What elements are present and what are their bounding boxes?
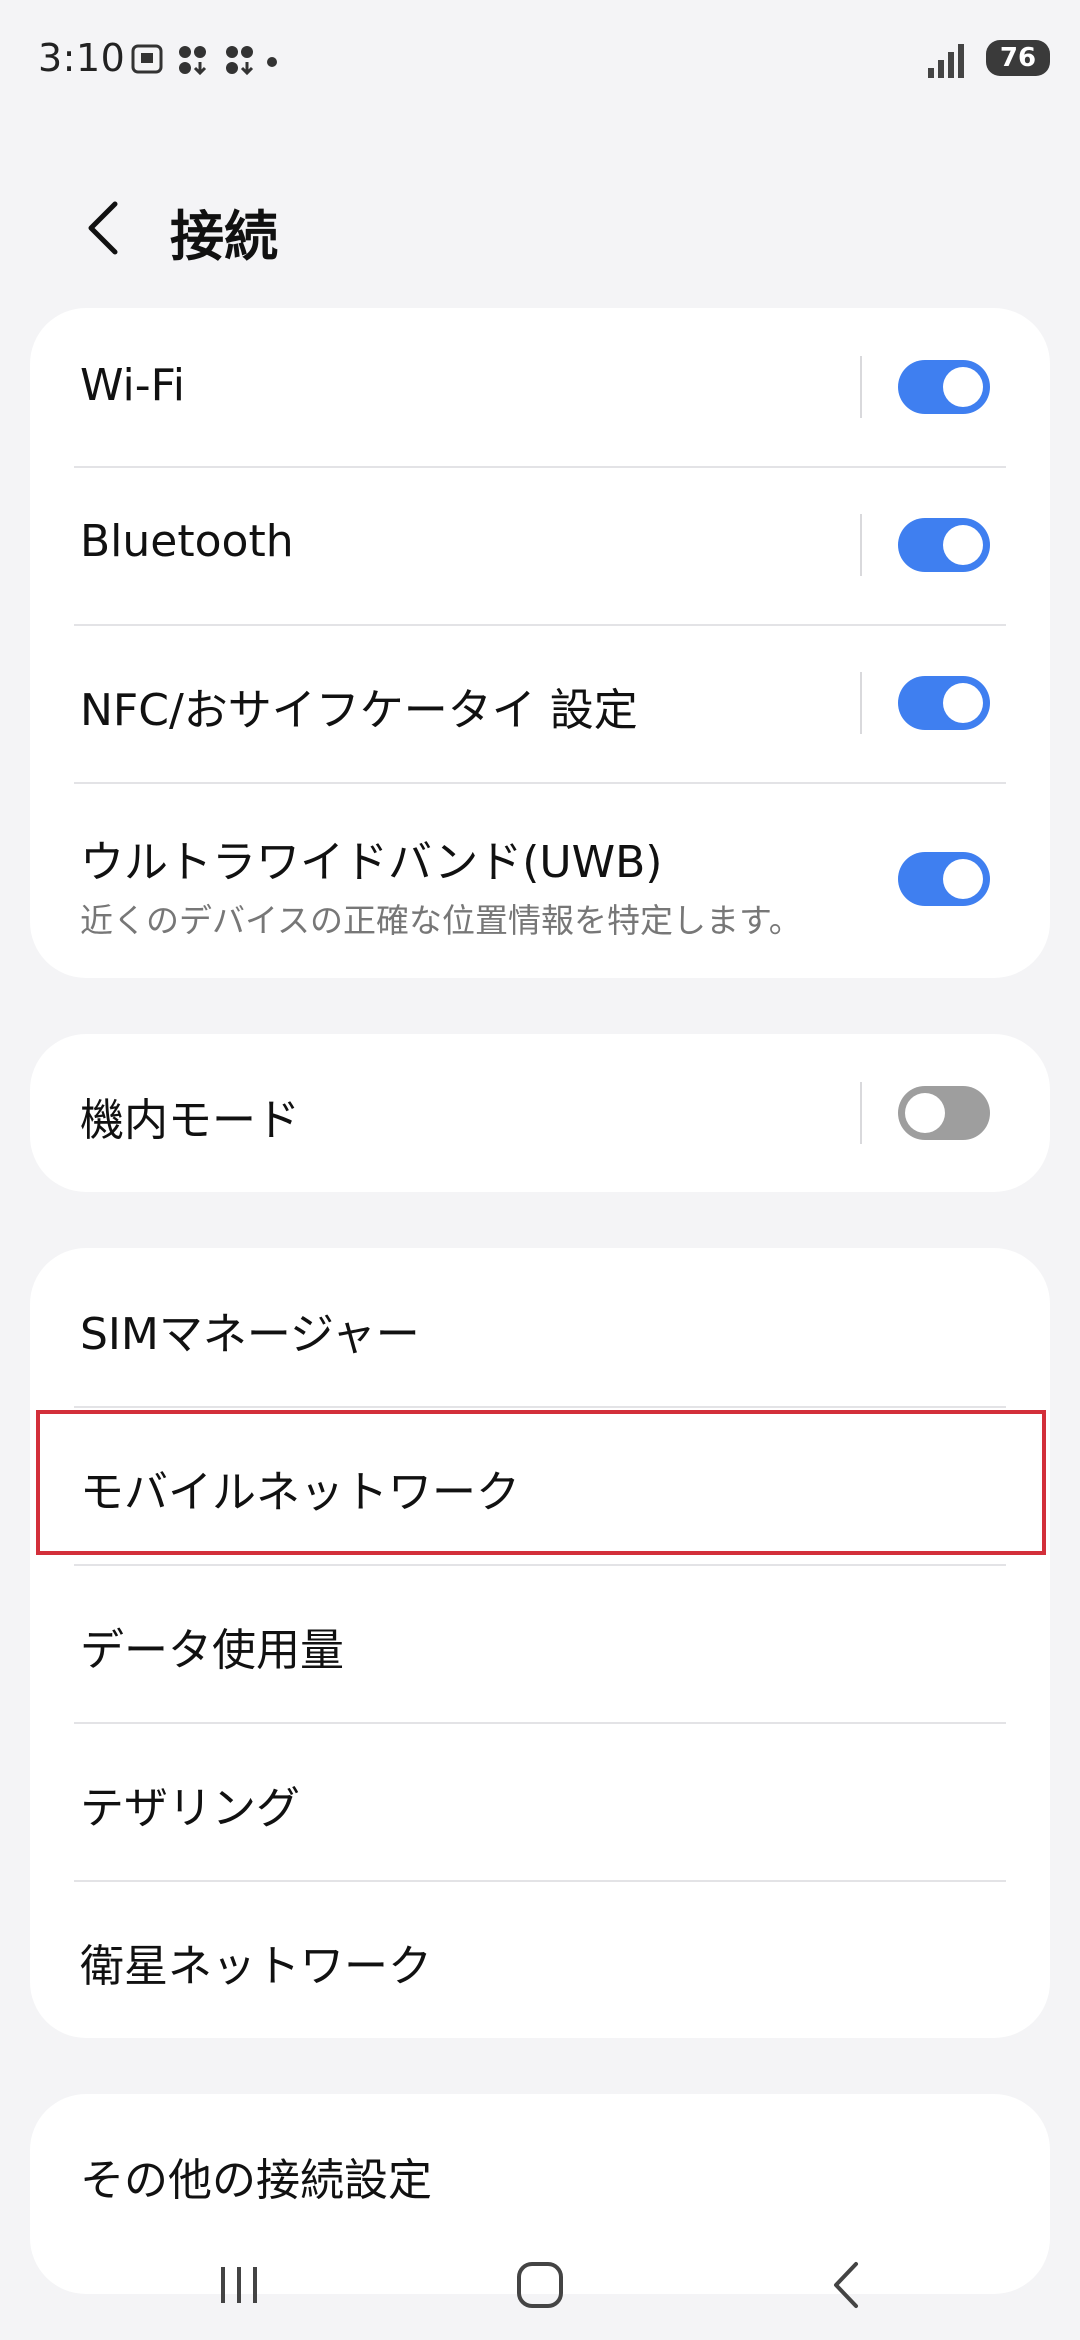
header: 接続 bbox=[0, 170, 1080, 290]
status-time: 3:10 bbox=[38, 36, 126, 80]
airplane-toggle[interactable] bbox=[898, 1086, 990, 1140]
wifi-label: Wi-Fi bbox=[80, 360, 185, 411]
dot-icon bbox=[267, 57, 277, 67]
back-icon bbox=[834, 2262, 858, 2308]
download-icon bbox=[179, 46, 207, 76]
nfc-toggle[interactable] bbox=[898, 676, 990, 730]
recents-icon bbox=[221, 2267, 257, 2303]
separator bbox=[860, 356, 862, 418]
status-bar: 3:10 76 bbox=[0, 0, 1080, 120]
notification-icons bbox=[131, 44, 277, 76]
wifi-row[interactable]: Wi-Fi bbox=[30, 308, 1050, 466]
more-settings-label: その他の接続設定 bbox=[80, 2155, 432, 2206]
back-button[interactable] bbox=[68, 188, 138, 268]
signal-icon bbox=[928, 44, 964, 78]
nfc-row[interactable]: NFC/おサイフケータイ 設定 bbox=[30, 624, 1050, 782]
airplane-label: 機内モード bbox=[80, 1095, 300, 1146]
page-title: 接続 bbox=[170, 205, 278, 268]
tethering-row[interactable]: テザリング bbox=[30, 1722, 1050, 1880]
airplane-row[interactable]: 機内モード bbox=[30, 1034, 1050, 1192]
navigation-bar bbox=[0, 2230, 1080, 2340]
battery-icon: 76 bbox=[986, 40, 1050, 76]
bluetooth-row[interactable]: Bluetooth bbox=[30, 466, 1050, 624]
tethering-label: テザリング bbox=[80, 1783, 300, 1834]
data-usage-label: データ使用量 bbox=[80, 1625, 344, 1676]
airplane-card: 機内モード bbox=[30, 1034, 1050, 1192]
separator bbox=[860, 672, 862, 734]
sim-manager-row[interactable]: SIMマネージャー bbox=[30, 1248, 1050, 1406]
network-card: SIMマネージャー モバイルネットワーク データ使用量 テザリング 衛星ネットワ… bbox=[30, 1248, 1050, 2038]
download-icon bbox=[226, 46, 254, 76]
status-icons-left bbox=[130, 40, 280, 80]
separator bbox=[860, 514, 862, 576]
bluetooth-toggle[interactable] bbox=[898, 518, 990, 572]
sim-manager-label: SIMマネージャー bbox=[80, 1309, 420, 1360]
nav-back-button[interactable] bbox=[806, 2250, 886, 2320]
home-button[interactable] bbox=[500, 2250, 580, 2320]
satellite-network-label: 衛星ネットワーク bbox=[80, 1941, 432, 1992]
separator bbox=[860, 1082, 862, 1144]
mobile-network-label: モバイルネットワーク bbox=[80, 1467, 520, 1518]
screen: 3:10 76 接続 Wi-Fi Bluetooth NFC/おサイフケータイ … bbox=[0, 0, 1080, 2340]
home-icon bbox=[517, 2262, 563, 2308]
satellite-network-row[interactable]: 衛星ネットワーク bbox=[30, 1880, 1050, 2038]
mobile-network-row[interactable]: モバイルネットワーク bbox=[30, 1406, 1050, 1564]
recents-button[interactable] bbox=[200, 2250, 280, 2320]
uwb-label: ウルトラワイドバンド(UWB) bbox=[80, 837, 663, 888]
uwb-row[interactable]: ウルトラワイドバンド(UWB) 近くのデバイスの正確な位置情報を特定します。 bbox=[30, 782, 1050, 978]
uwb-toggle[interactable] bbox=[898, 852, 990, 906]
chevron-left-icon bbox=[88, 201, 118, 255]
nfc-label: NFC/おサイフケータイ 設定 bbox=[80, 685, 638, 736]
more-settings-row[interactable]: その他の接続設定 bbox=[30, 2094, 1050, 2252]
bluetooth-label: Bluetooth bbox=[80, 516, 294, 567]
connectivity-card: Wi-Fi Bluetooth NFC/おサイフケータイ 設定 ウルトラワイドバ… bbox=[30, 308, 1050, 978]
data-usage-row[interactable]: データ使用量 bbox=[30, 1564, 1050, 1722]
wifi-toggle[interactable] bbox=[898, 360, 990, 414]
screenshot-icon bbox=[131, 44, 163, 74]
uwb-sublabel: 近くのデバイスの正確な位置情報を特定します。 bbox=[80, 901, 802, 940]
